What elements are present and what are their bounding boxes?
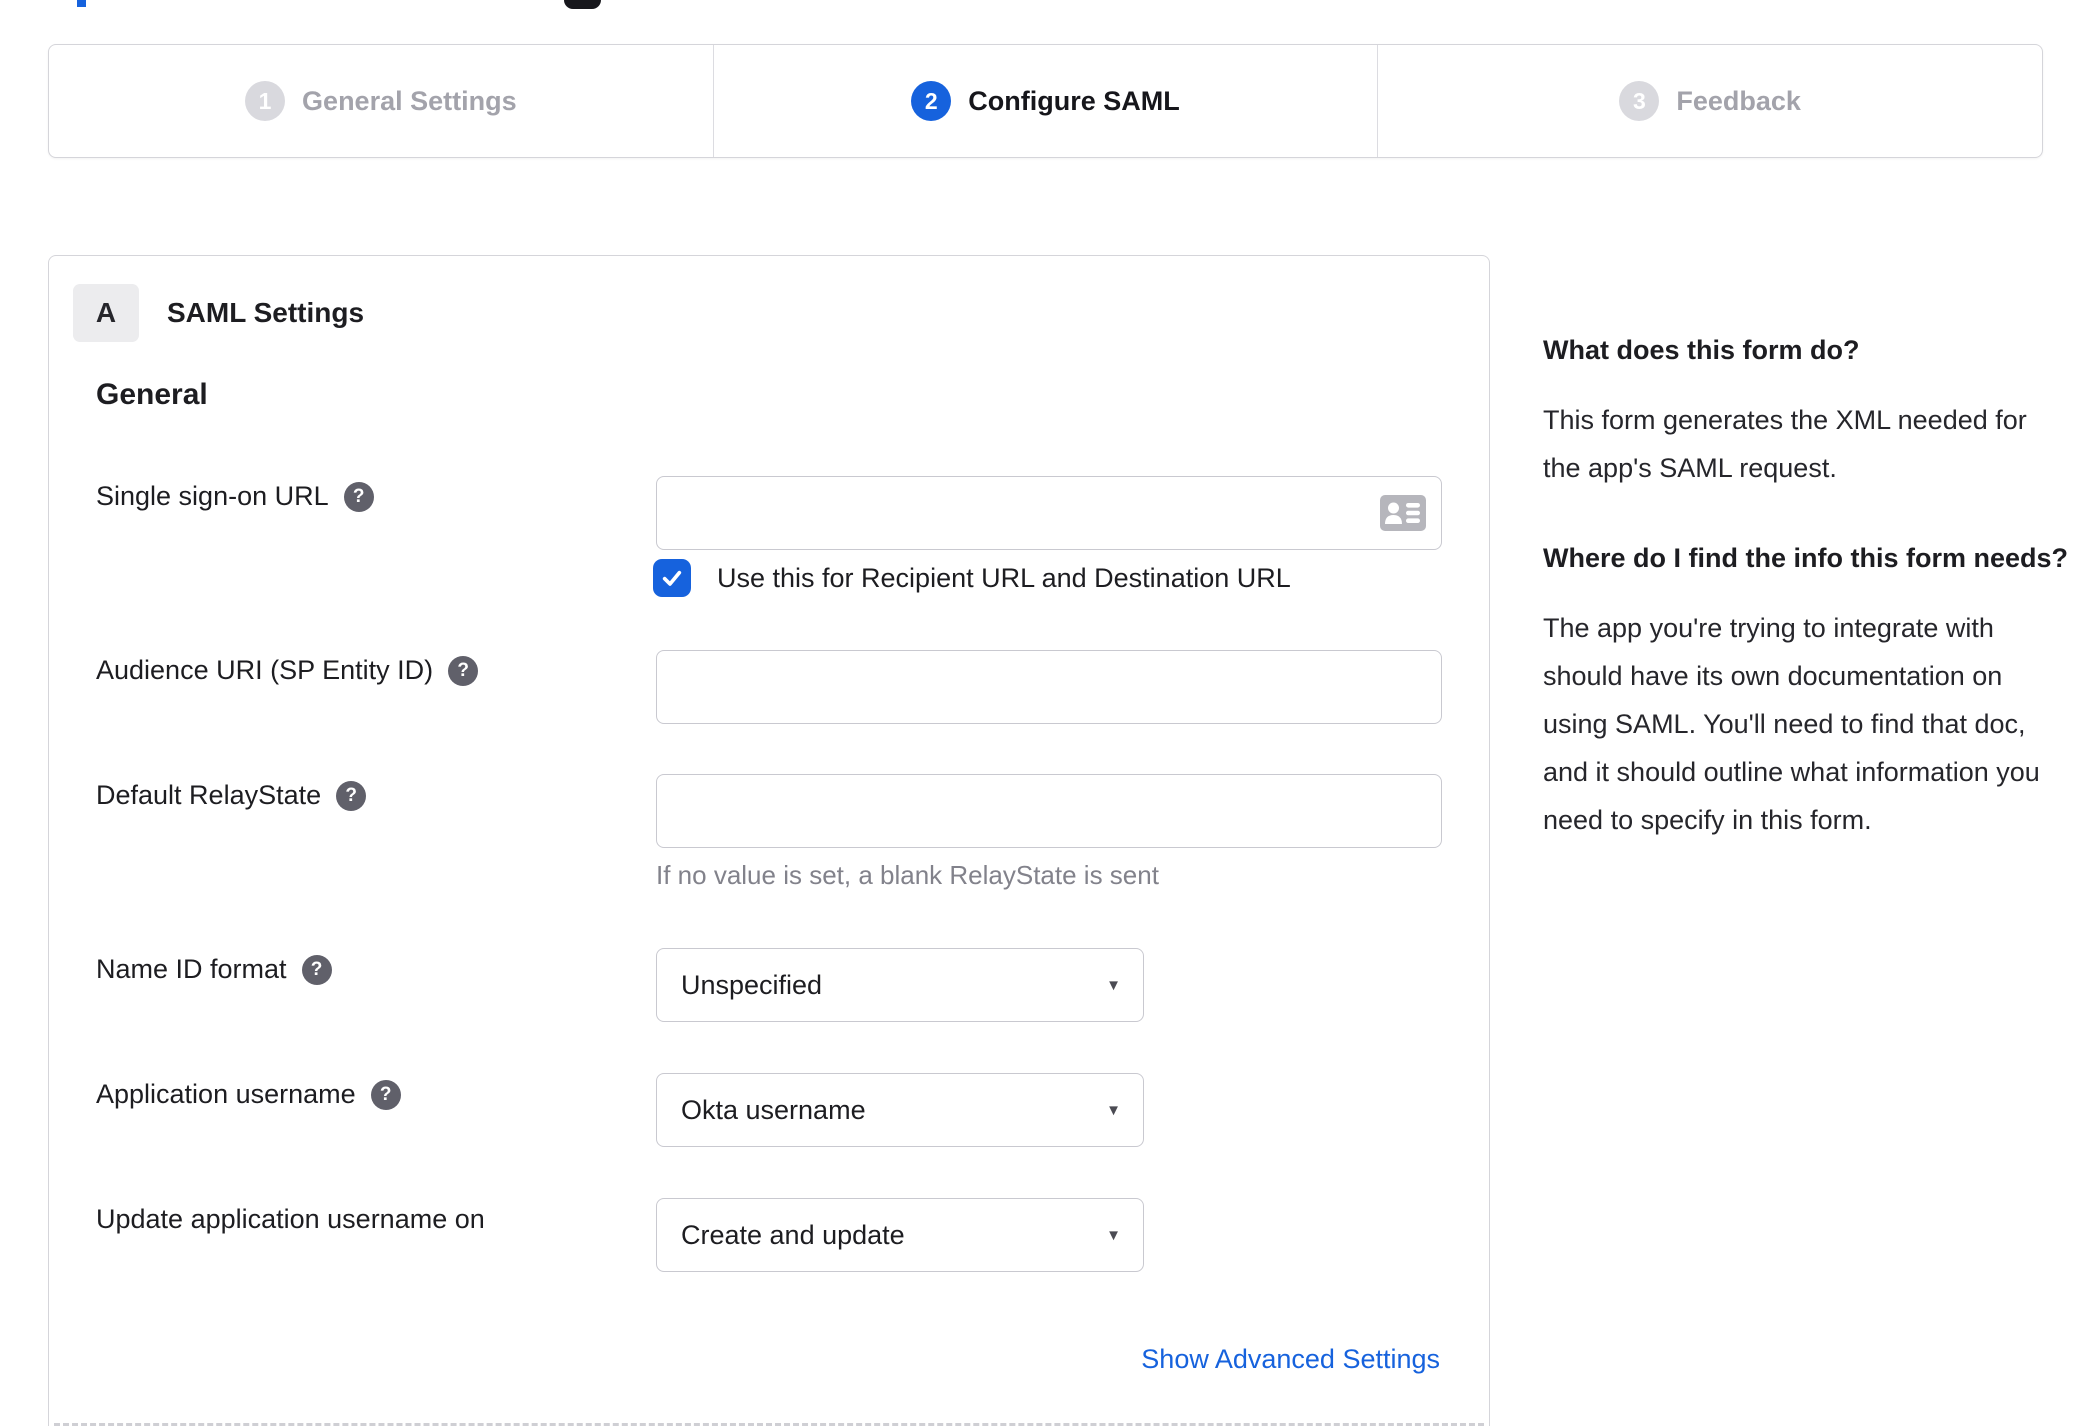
group-heading-general: General bbox=[96, 378, 208, 411]
recipient-url-checkbox-label: Use this for Recipient URL and Destinati… bbox=[717, 562, 1291, 593]
show-advanced-settings-link[interactable]: Show Advanced Settings bbox=[1141, 1344, 1440, 1375]
application-username-label: Application username ? bbox=[96, 1079, 401, 1110]
chevron-down-icon: ▼ bbox=[1106, 1101, 1121, 1119]
help-icon[interactable]: ? bbox=[336, 780, 367, 811]
relay-state-label-text: Default RelayState bbox=[96, 780, 322, 810]
relay-state-field-wrap bbox=[656, 774, 1442, 848]
saml-settings-card: A SAML Settings General Single sign-on U… bbox=[48, 255, 1490, 1426]
sidebar-heading-what: What does this form do? bbox=[1543, 335, 1860, 365]
name-id-format-label: Name ID format ? bbox=[96, 954, 332, 985]
step-label: Feedback bbox=[1676, 85, 1801, 116]
application-username-label-text: Application username bbox=[96, 1079, 356, 1109]
update-username-label-text: Update application username on bbox=[96, 1204, 485, 1234]
name-id-format-label-text: Name ID format bbox=[96, 954, 287, 984]
help-icon[interactable]: ? bbox=[448, 655, 479, 686]
recipient-url-checkbox[interactable] bbox=[653, 559, 691, 597]
step-feedback[interactable]: 3 Feedback bbox=[1377, 45, 2042, 157]
check-icon bbox=[662, 570, 682, 586]
step-number-badge: 1 bbox=[245, 81, 286, 121]
selected-value: Unspecified bbox=[681, 969, 823, 1000]
step-number-badge: 3 bbox=[1619, 81, 1660, 121]
audience-uri-label: Audience URI (SP Entity ID) ? bbox=[96, 655, 479, 686]
cut-off-dark-icon-fragment bbox=[564, 0, 601, 9]
step-general-settings[interactable]: 1 General Settings bbox=[49, 45, 713, 157]
sidebar-paragraph-where: The app you're trying to integrate with … bbox=[1543, 613, 2040, 835]
chevron-down-icon: ▼ bbox=[1106, 1226, 1121, 1244]
sidebar-heading-where: Where do I find the info this form needs… bbox=[1543, 543, 2068, 573]
selected-value: Create and update bbox=[681, 1219, 905, 1250]
section-badge: A bbox=[73, 284, 139, 342]
relay-state-hint: If no value is set, a blank RelayState i… bbox=[656, 860, 1159, 890]
section-title: SAML Settings bbox=[167, 297, 365, 328]
selected-value: Okta username bbox=[681, 1094, 866, 1125]
audience-uri-label-text: Audience URI (SP Entity ID) bbox=[96, 655, 434, 685]
step-number-badge: 2 bbox=[911, 81, 952, 121]
step-label: General Settings bbox=[302, 85, 517, 116]
sso-url-input[interactable] bbox=[656, 476, 1442, 550]
help-icon[interactable]: ? bbox=[301, 954, 332, 985]
application-username-select[interactable]: Okta username ▼ bbox=[656, 1073, 1144, 1147]
chevron-down-icon: ▼ bbox=[1106, 976, 1121, 994]
relay-state-label: Default RelayState ? bbox=[96, 780, 367, 811]
help-icon[interactable]: ? bbox=[370, 1079, 401, 1110]
name-id-format-select[interactable]: Unspecified ▼ bbox=[656, 948, 1144, 1022]
wizard-stepper: 1 General Settings 2 Configure SAML 3 Fe… bbox=[48, 44, 2043, 158]
relay-state-input[interactable] bbox=[656, 774, 1442, 848]
cut-off-blue-fragment bbox=[77, 0, 86, 7]
step-configure-saml[interactable]: 2 Configure SAML bbox=[712, 45, 1378, 157]
sidebar-help-panel: What does this form do? This form genera… bbox=[1543, 330, 2083, 844]
help-icon[interactable]: ? bbox=[343, 481, 374, 512]
sso-url-field-wrap bbox=[656, 476, 1442, 550]
audience-uri-field-wrap bbox=[656, 650, 1442, 724]
step-label: Configure SAML bbox=[968, 85, 1180, 116]
audience-uri-input[interactable] bbox=[656, 650, 1442, 724]
update-username-label: Update application username on bbox=[96, 1204, 485, 1235]
update-username-select[interactable]: Create and update ▼ bbox=[656, 1198, 1144, 1272]
contact-card-icon[interactable] bbox=[1380, 495, 1426, 531]
sidebar-paragraph-what: This form generates the XML needed for t… bbox=[1543, 405, 2027, 483]
sso-url-label-text: Single sign-on URL bbox=[96, 481, 329, 511]
sso-url-label: Single sign-on URL ? bbox=[96, 481, 374, 512]
